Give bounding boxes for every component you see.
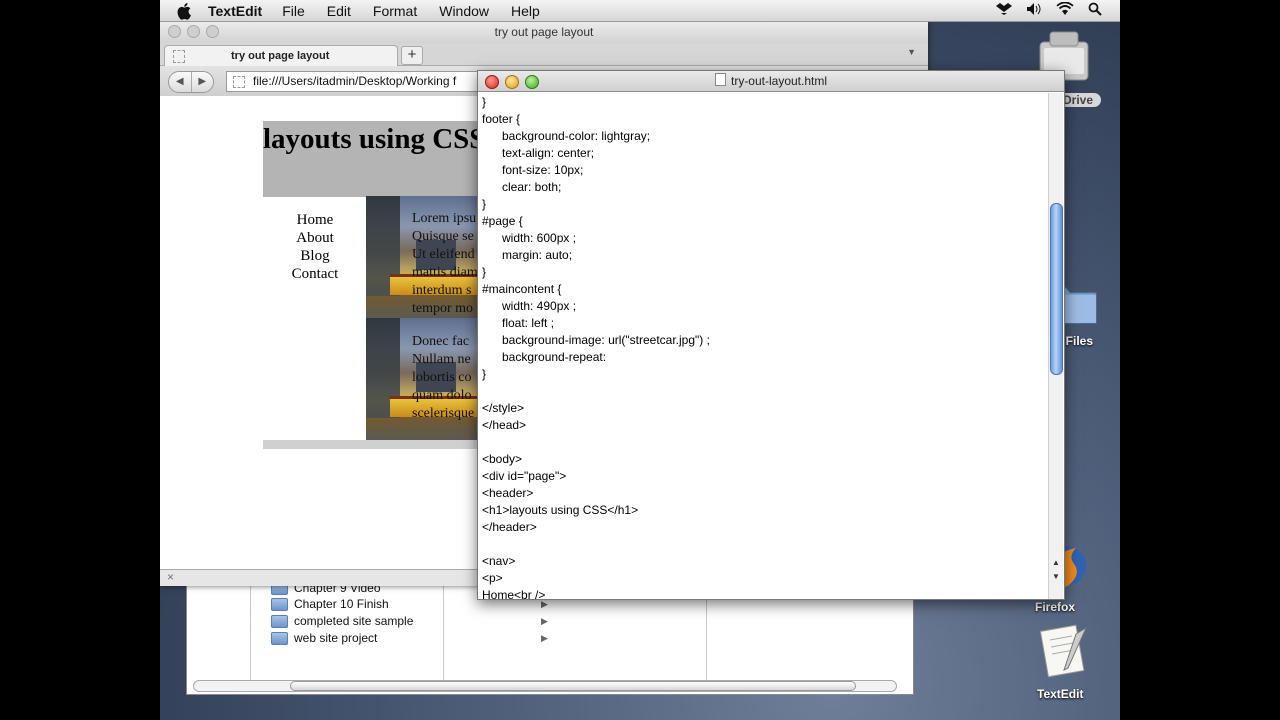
firefox-label: Firefox	[1035, 600, 1076, 614]
folder-icon	[271, 614, 288, 628]
code-line[interactable]: margin: auto;	[482, 247, 1046, 264]
finder-column	[187, 586, 251, 680]
chevron-right-icon: ▶	[541, 598, 548, 609]
scroll-thumb[interactable]	[1050, 203, 1063, 375]
list-item[interactable]: web site project ▶	[271, 630, 548, 646]
menu-format[interactable]: Format	[373, 3, 417, 19]
code-line[interactable]: <p>	[482, 570, 1046, 587]
nav-contact: Contact	[291, 266, 339, 282]
new-tab-button[interactable]: +	[401, 46, 423, 65]
code-line[interactable]: background-color: lightgray;	[482, 128, 1046, 145]
horizontal-scrollbar[interactable]	[193, 680, 897, 692]
textedit-window: try-out-layout.html } footer { background…	[477, 70, 1065, 600]
back-forward-buttons: ◀ ▶	[168, 71, 214, 93]
status-menus	[996, 2, 1102, 16]
menu-window[interactable]: Window	[439, 3, 489, 19]
close-button[interactable]	[485, 75, 499, 89]
folder-icon	[271, 631, 288, 645]
scroll-up-arrow[interactable]: ▲	[1049, 557, 1063, 569]
code-line[interactable]: }	[482, 366, 1046, 383]
code-line[interactable]	[482, 434, 1046, 451]
desktop: Drive g Files Firefox TextEdit Chapter 9…	[160, 0, 1120, 720]
list-item[interactable]: completed site sample ▶	[271, 613, 548, 629]
menu-bar: TextEdit File Edit Format Window Help	[160, 0, 1120, 22]
back-button[interactable]: ◀	[169, 72, 192, 92]
zoom-button[interactable]	[206, 25, 219, 38]
list-item[interactable]: Chapter 10 Finish ▶	[271, 596, 548, 612]
code-line[interactable]: float: left ;	[482, 315, 1046, 332]
textedit-icon[interactable]	[1032, 620, 1092, 682]
tab-active[interactable]: try out page layout	[164, 45, 398, 66]
window-title: try-out-layout.html	[730, 74, 828, 88]
code-line[interactable]: <h1>layouts using CSS</h1>	[482, 502, 1046, 519]
textedit-label: TextEdit	[1037, 687, 1084, 701]
code-line[interactable]	[482, 536, 1046, 553]
code-line[interactable]: font-size: 10px;	[482, 162, 1046, 179]
finder-window: Chapter 9 Video▶ Chapter 10 Finish▶ comp…	[186, 581, 914, 695]
page-icon	[233, 75, 245, 88]
close-button[interactable]	[168, 25, 181, 38]
code-line[interactable]: background-image: url("streetcar.jpg") ;	[482, 332, 1046, 349]
dropbox-icon[interactable]	[996, 2, 1012, 16]
code-line[interactable]: <body>	[482, 451, 1046, 468]
volume-icon[interactable]	[1026, 2, 1042, 16]
page-nav: Home About Blog Contact	[263, 211, 367, 283]
code-line[interactable]: background-repeat:	[482, 349, 1046, 366]
code-line[interactable]: #maincontent {	[482, 281, 1046, 298]
code-line[interactable]: </header>	[482, 519, 1046, 536]
code-line[interactable]: Home<br />	[482, 587, 1046, 599]
minimize-button[interactable]	[187, 25, 200, 38]
textedit-titlebar[interactable]: try-out-layout.html	[478, 71, 1064, 92]
forward-button[interactable]: ▶	[192, 72, 214, 92]
nav-about: About	[296, 230, 334, 246]
chevron-right-icon: ▶	[541, 632, 548, 643]
browser-titlebar[interactable]: try out page layout	[160, 21, 928, 43]
search-icon[interactable]	[1088, 2, 1102, 16]
code-line[interactable]	[482, 383, 1046, 400]
minimize-button[interactable]	[505, 75, 519, 89]
menu-help[interactable]: Help	[511, 3, 540, 19]
code-line[interactable]: <div id="page">	[482, 468, 1046, 485]
chevron-right-icon: ▶	[541, 615, 548, 626]
code-line[interactable]: </head>	[482, 417, 1046, 434]
url-text: file:///Users/itadmin/Desktop/Working f	[253, 74, 457, 88]
nav-blog: Blog	[300, 248, 330, 264]
folder-icon	[271, 597, 288, 611]
code-line[interactable]: <nav>	[482, 553, 1046, 570]
scroll-thumb[interactable]	[290, 681, 856, 691]
chevron-down-icon[interactable]: ▼	[907, 47, 916, 57]
code-line[interactable]: width: 490px ;	[482, 298, 1046, 315]
code-line[interactable]: clear: both;	[482, 179, 1046, 196]
code-line[interactable]: }	[482, 264, 1046, 281]
code-line[interactable]: </style>	[482, 400, 1046, 417]
code-line[interactable]: #page {	[482, 213, 1046, 230]
code-line[interactable]: }	[482, 196, 1046, 213]
close-icon[interactable]: ×	[167, 570, 174, 584]
code-line[interactable]: }	[482, 94, 1046, 111]
menu-app[interactable]: TextEdit	[208, 3, 262, 19]
window-controls	[485, 75, 539, 89]
apple-icon[interactable]	[176, 2, 194, 20]
code-line[interactable]: footer {	[482, 111, 1046, 128]
text-editor-area[interactable]: } footer { background-color: lightgray; t…	[482, 94, 1046, 599]
menu-edit[interactable]: Edit	[327, 3, 351, 19]
finder-column	[444, 586, 707, 680]
nav-home: Home	[296, 212, 334, 228]
window-title: try out page layout	[494, 25, 594, 39]
finder-column	[707, 586, 912, 680]
code-line[interactable]: width: 600px ;	[482, 230, 1046, 247]
document-icon	[714, 73, 726, 86]
tab-bar: try out page layout + ▼	[160, 43, 928, 66]
code-line[interactable]: text-align: center;	[482, 145, 1046, 162]
scroll-down-arrow[interactable]: ▼	[1049, 571, 1063, 583]
menu-file[interactable]: File	[282, 3, 305, 19]
window-controls	[168, 25, 219, 38]
vertical-scrollbar[interactable]: ▲ ▼	[1048, 93, 1063, 599]
zoom-button[interactable]	[525, 75, 539, 89]
code-line[interactable]: <header>	[482, 485, 1046, 502]
page-icon	[173, 50, 185, 63]
wifi-icon[interactable]	[1056, 2, 1074, 16]
